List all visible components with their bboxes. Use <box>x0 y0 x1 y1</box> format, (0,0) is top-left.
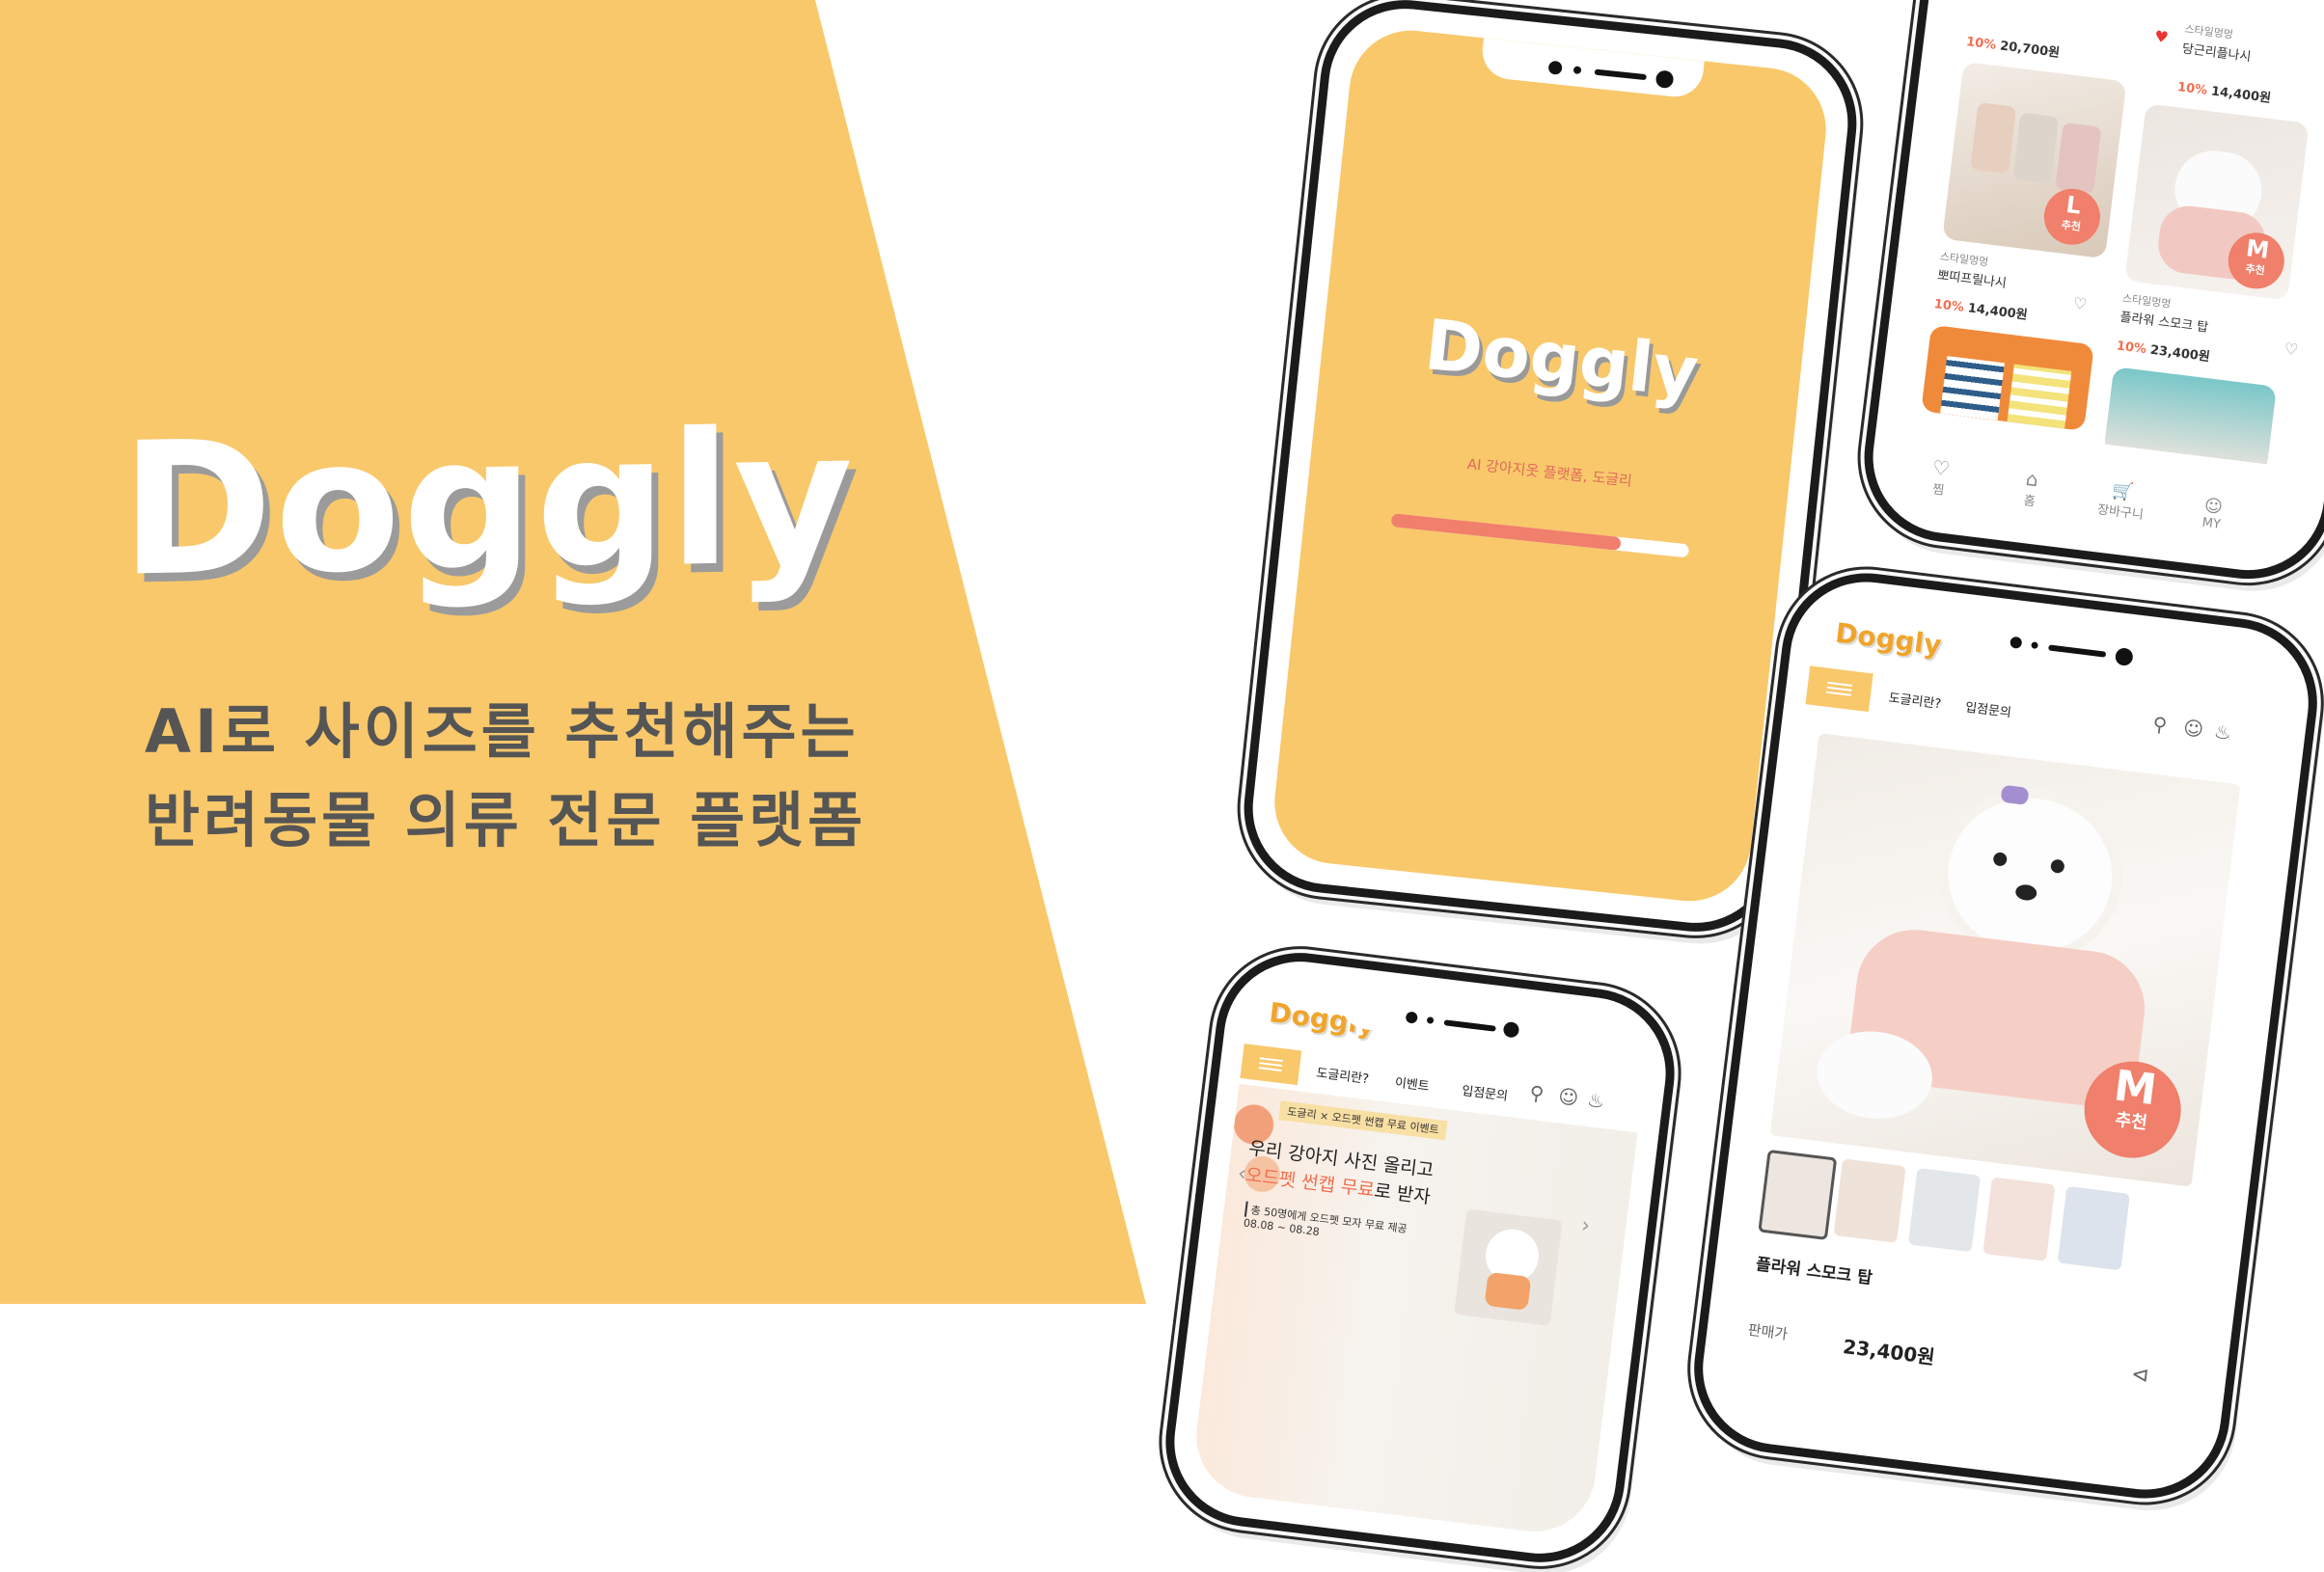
bell-icon[interactable]: ♨ <box>2213 719 2233 745</box>
top-product-name: 당근리플나시 <box>2181 41 2253 66</box>
size-badge-l: L 추천 <box>2040 185 2104 249</box>
top-price-row-2: 10% 14,400원 <box>2176 80 2272 106</box>
menu-button[interactable] <box>1805 665 1873 713</box>
user-icon[interactable]: ☺ <box>1557 1084 1580 1109</box>
price-value: 23,400원 <box>1842 1334 1936 1369</box>
size-badge-m: M 추천 <box>2078 1055 2187 1164</box>
product-image-2[interactable]: M 추천 <box>2124 103 2310 301</box>
heart-outline-icon[interactable]: ♡ <box>2072 294 2089 314</box>
thumbnail-1[interactable] <box>1758 1149 1838 1241</box>
banner-pill: 도글리 × 오드펫 썬캡 무료 이벤트 <box>1278 1100 1448 1141</box>
product-image-1[interactable]: L 추천 <box>1942 61 2127 259</box>
cart-icon: 🛒 <box>2111 480 2135 503</box>
top-price-row: 10% 20,700원 <box>1965 35 2061 61</box>
phone-product-detail: Doggly 도글리란? 입점문의 ⚲ ☺ ♨ M 추천 플라워 스모크 탑 판매… <box>1684 563 2324 1508</box>
price-label: 판매가 <box>1746 1320 1790 1343</box>
event-banner[interactable]: 도글리 × 오드펫 썬캡 무료 이벤트 우리 강아지 사진 올리고 오드펫 썬캡… <box>1189 1083 1638 1539</box>
splash-tagline: AI 강아지옷 플랫폼, 도글리 <box>1465 455 1633 490</box>
heart-filled-icon[interactable]: ♥ <box>2153 27 2170 47</box>
menu-button[interactable] <box>1240 1043 1302 1086</box>
nav-inquiry[interactable]: 입점문의 <box>1461 1080 1509 1104</box>
tagline-line-2: 반려동물 의류 전문 플랫폼 <box>145 785 867 855</box>
product-image-3[interactable] <box>1921 324 2094 431</box>
heart-icon: ♡ <box>1930 455 1952 481</box>
product-list-screen: 스타일멍멍 당근리플나시 ♥ 10% 20,700원 10% 14,400원 L… <box>1888 0 2324 556</box>
home-icon: ⌂ <box>2024 467 2040 492</box>
phone-notch <box>1479 38 1705 100</box>
tab-my[interactable]: ☺ MY <box>2173 492 2254 535</box>
banner-dog-image <box>1454 1208 1563 1326</box>
chevron-right-icon[interactable]: › <box>1580 1213 1592 1238</box>
tagline-line-1: AI로 사이즈를 추천해주는 <box>145 696 860 767</box>
tab-home[interactable]: ⌂ 홈 <box>1990 463 2072 513</box>
size-badge-m: M 추천 <box>2225 230 2288 292</box>
phone-notch <box>1941 612 2167 678</box>
phone-notch <box>1336 987 1562 1053</box>
nav-about[interactable]: 도글리란? <box>1316 1063 1371 1088</box>
item1-price: 10% 14,400원 <box>1932 297 2029 323</box>
nav-event[interactable]: 이벤트 <box>1394 1072 1431 1095</box>
nav-about[interactable]: 도글리란? <box>1888 688 1943 713</box>
detail-logo[interactable]: Doggly <box>1834 617 1944 662</box>
hero-logo: Doggly <box>121 391 856 617</box>
loading-progress-bar <box>1390 513 1690 558</box>
main-product-image[interactable]: M 추천 <box>1769 733 2241 1187</box>
splash-screen: Doggly AI 강아지옷 플랫폼, 도글리 <box>1268 24 1833 908</box>
search-icon[interactable]: ⚲ <box>2151 712 2168 737</box>
phone-home: Doggly 도글리란? 이벤트 입점문의 ⚲ ☺ ♨ 도글리 × 오드펫 썬캡… <box>1156 943 1684 1572</box>
item2-price: 10% 23,400원 <box>2115 339 2211 366</box>
phone-product-list: 스타일멍멍 당근리플나시 ♥ 10% 20,700원 10% 14,400원 L… <box>1854 0 2324 589</box>
thumbnail-2[interactable] <box>1833 1158 1906 1243</box>
product-detail-screen: Doggly 도글리란? 입점문의 ⚲ ☺ ♨ M 추천 플라워 스모크 탑 판매… <box>1717 596 2294 1476</box>
tab-wishlist[interactable]: ♡ 찜 <box>1900 451 1982 501</box>
item1-name: 뽀띠프릴나시 <box>1936 268 2008 291</box>
thumbnail-4[interactable] <box>1982 1177 2056 1261</box>
product-name: 플라워 스모크 탑 <box>1754 1255 1873 1288</box>
heart-outline-icon-2[interactable]: ♡ <box>2283 339 2300 360</box>
thumbnail-3[interactable] <box>1907 1167 1982 1253</box>
splash-logo: Doggly <box>1421 304 1703 414</box>
share-icon[interactable]: ⊲ <box>2130 1363 2150 1389</box>
loading-progress-fill <box>1390 513 1622 551</box>
item2-name: 플라워 스모크 탑 <box>2119 310 2209 336</box>
thumbnail-5[interactable] <box>2057 1185 2130 1271</box>
tab-cart[interactable]: 🛒 장바구니 <box>2081 477 2162 525</box>
home-screen: Doggly 도글리란? 이벤트 입점문의 ⚲ ☺ ♨ 도글리 × 오드펫 썬캡… <box>1189 976 1652 1539</box>
nav-inquiry[interactable]: 입점문의 <box>1964 696 2012 720</box>
search-icon[interactable]: ⚲ <box>1528 1081 1545 1106</box>
bell-icon[interactable]: ♨ <box>1586 1088 1606 1113</box>
user-icon[interactable]: ☺ <box>2182 716 2205 741</box>
